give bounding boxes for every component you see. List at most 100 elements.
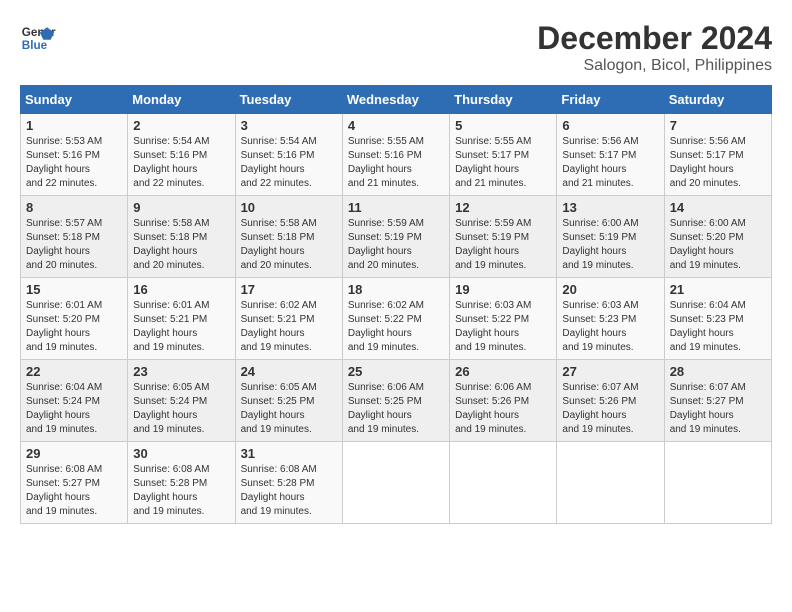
calendar-cell: 14Sunrise: 6:00 AMSunset: 5:20 PMDayligh…	[664, 196, 771, 278]
day-info: Sunrise: 5:58 AMSunset: 5:18 PMDaylight …	[241, 217, 337, 273]
day-info: Sunrise: 6:06 AMSunset: 5:25 PMDaylight …	[348, 381, 444, 437]
day-number: 7	[670, 118, 766, 133]
calendar-cell: 16 Sunrise: 6:01 AMSunset: 5:21 PMDayligh…	[128, 278, 235, 360]
calendar-cell: 21 Sunrise: 6:04 AMSunset: 5:23 PMDayligh…	[664, 278, 771, 360]
day-number: 5	[455, 118, 551, 133]
calendar-header-row: SundayMondayTuesdayWednesdayThursdayFrid…	[21, 86, 772, 114]
calendar-cell: 26 Sunrise: 6:06 AMSunset: 5:26 PMDayligh…	[450, 360, 557, 442]
day-header-friday: Friday	[557, 86, 664, 114]
day-info: Sunrise: 6:00 AMSunset: 5:19 PMDaylight …	[562, 217, 658, 273]
calendar-cell: 29 Sunrise: 6:08 AMSunset: 5:27 PMDayligh…	[21, 442, 128, 524]
day-number: 12	[455, 200, 551, 215]
day-number: 10	[241, 200, 337, 215]
day-info: Sunrise: 6:06 AMSunset: 5:26 PMDaylight …	[455, 381, 551, 437]
day-number: 23	[133, 364, 229, 379]
calendar-cell: 12 Sunrise: 5:59 AMSunset: 5:19 PMDayligh…	[450, 196, 557, 278]
day-number: 31	[241, 446, 337, 461]
calendar-cell: 5 Sunrise: 5:55 AMSunset: 5:17 PMDaylight…	[450, 114, 557, 196]
month-title: December 2024	[537, 20, 772, 57]
day-info: Sunrise: 6:08 AMSunset: 5:28 PMDaylight …	[241, 463, 337, 519]
day-number: 8	[26, 200, 122, 215]
day-number: 1	[26, 118, 122, 133]
calendar-cell: 28 Sunrise: 6:07 AMSunset: 5:27 PMDayligh…	[664, 360, 771, 442]
svg-text:Blue: Blue	[22, 39, 48, 52]
calendar-cell: 24 Sunrise: 6:05 AMSunset: 5:25 PMDayligh…	[235, 360, 342, 442]
calendar-week-1: 1 Sunrise: 5:53 AMSunset: 5:16 PMDaylight…	[21, 114, 772, 196]
day-number: 26	[455, 364, 551, 379]
day-number: 19	[455, 282, 551, 297]
day-number: 22	[26, 364, 122, 379]
page-header: General Blue December 2024 Salogon, Bico…	[20, 20, 772, 75]
day-info: Sunrise: 6:07 AMSunset: 5:27 PMDaylight …	[670, 381, 766, 437]
day-number: 2	[133, 118, 229, 133]
calendar-cell: 31 Sunrise: 6:08 AMSunset: 5:28 PMDayligh…	[235, 442, 342, 524]
day-number: 21	[670, 282, 766, 297]
day-number: 24	[241, 364, 337, 379]
calendar-cell	[664, 442, 771, 524]
calendar-cell: 30Sunrise: 6:08 AMSunset: 5:28 PMDayligh…	[128, 442, 235, 524]
day-header-thursday: Thursday	[450, 86, 557, 114]
day-info: Sunrise: 6:03 AMSunset: 5:23 PMDaylight …	[562, 299, 658, 355]
day-number: 4	[348, 118, 444, 133]
day-number: 27	[562, 364, 658, 379]
calendar-cell: 20 Sunrise: 6:03 AMSunset: 5:23 PMDayligh…	[557, 278, 664, 360]
day-number: 11	[348, 200, 444, 215]
day-number: 29	[26, 446, 122, 461]
calendar-cell: 17 Sunrise: 6:02 AMSunset: 5:21 PMDayligh…	[235, 278, 342, 360]
day-info: Sunrise: 5:59 AMSunset: 5:19 PMDaylight …	[455, 217, 551, 273]
day-info: Sunrise: 5:59 AMSunset: 5:19 PMDaylight …	[348, 217, 444, 273]
calendar-cell: 2 Sunrise: 5:54 AMSunset: 5:16 PMDaylight…	[128, 114, 235, 196]
day-info: Sunrise: 6:05 AMSunset: 5:25 PMDaylight …	[241, 381, 337, 437]
day-number: 3	[241, 118, 337, 133]
calendar-cell: 4 Sunrise: 5:55 AMSunset: 5:16 PMDaylight…	[342, 114, 449, 196]
day-info: Sunrise: 5:56 AMSunset: 5:17 PMDaylight …	[562, 135, 658, 191]
day-info: Sunrise: 5:55 AMSunset: 5:16 PMDaylight …	[348, 135, 444, 191]
day-info: Sunrise: 6:02 AMSunset: 5:21 PMDaylight …	[241, 299, 337, 355]
day-number: 16	[133, 282, 229, 297]
calendar-table: SundayMondayTuesdayWednesdayThursdayFrid…	[20, 85, 772, 524]
day-info: Sunrise: 6:07 AMSunset: 5:26 PMDaylight …	[562, 381, 658, 437]
day-number: 15	[26, 282, 122, 297]
calendar-week-3: 15Sunrise: 6:01 AMSunset: 5:20 PMDayligh…	[21, 278, 772, 360]
day-info: Sunrise: 6:02 AMSunset: 5:22 PMDaylight …	[348, 299, 444, 355]
day-info: Sunrise: 5:55 AMSunset: 5:17 PMDaylight …	[455, 135, 551, 191]
day-info: Sunrise: 6:01 AMSunset: 5:21 PMDaylight …	[133, 299, 229, 355]
logo-icon: General Blue	[20, 20, 56, 56]
day-info: Sunrise: 6:04 AMSunset: 5:24 PMDaylight …	[26, 381, 122, 437]
calendar-cell: 15Sunrise: 6:01 AMSunset: 5:20 PMDayligh…	[21, 278, 128, 360]
calendar-cell: 22 Sunrise: 6:04 AMSunset: 5:24 PMDayligh…	[21, 360, 128, 442]
calendar-cell: 1 Sunrise: 5:53 AMSunset: 5:16 PMDaylight…	[21, 114, 128, 196]
day-number: 25	[348, 364, 444, 379]
day-info: Sunrise: 6:05 AMSunset: 5:24 PMDaylight …	[133, 381, 229, 437]
day-info: Sunrise: 5:57 AMSunset: 5:18 PMDaylight …	[26, 217, 122, 273]
day-info: Sunrise: 6:03 AMSunset: 5:22 PMDaylight …	[455, 299, 551, 355]
day-number: 20	[562, 282, 658, 297]
title-block: December 2024 Salogon, Bicol, Philippine…	[537, 20, 772, 75]
calendar-week-5: 29 Sunrise: 6:08 AMSunset: 5:27 PMDayligh…	[21, 442, 772, 524]
day-number: 6	[562, 118, 658, 133]
calendar-cell: 13Sunrise: 6:00 AMSunset: 5:19 PMDayligh…	[557, 196, 664, 278]
day-number: 28	[670, 364, 766, 379]
calendar-cell: 9Sunrise: 5:58 AMSunset: 5:18 PMDaylight…	[128, 196, 235, 278]
calendar-week-4: 22 Sunrise: 6:04 AMSunset: 5:24 PMDayligh…	[21, 360, 772, 442]
day-header-monday: Monday	[128, 86, 235, 114]
calendar-cell: 6 Sunrise: 5:56 AMSunset: 5:17 PMDaylight…	[557, 114, 664, 196]
calendar-cell: 18 Sunrise: 6:02 AMSunset: 5:22 PMDayligh…	[342, 278, 449, 360]
day-info: Sunrise: 5:54 AMSunset: 5:16 PMDaylight …	[241, 135, 337, 191]
calendar-cell: 3 Sunrise: 5:54 AMSunset: 5:16 PMDaylight…	[235, 114, 342, 196]
day-info: Sunrise: 5:58 AMSunset: 5:18 PMDaylight …	[133, 217, 229, 273]
day-number: 14	[670, 200, 766, 215]
day-info: Sunrise: 6:04 AMSunset: 5:23 PMDaylight …	[670, 299, 766, 355]
day-number: 17	[241, 282, 337, 297]
day-number: 30	[133, 446, 229, 461]
day-info: Sunrise: 5:53 AMSunset: 5:16 PMDaylight …	[26, 135, 122, 191]
calendar-cell: 7 Sunrise: 5:56 AMSunset: 5:17 PMDaylight…	[664, 114, 771, 196]
calendar-cell	[342, 442, 449, 524]
day-info: Sunrise: 6:08 AMSunset: 5:27 PMDaylight …	[26, 463, 122, 519]
calendar-cell: 23 Sunrise: 6:05 AMSunset: 5:24 PMDayligh…	[128, 360, 235, 442]
logo: General Blue	[20, 20, 56, 56]
day-number: 18	[348, 282, 444, 297]
day-info: Sunrise: 5:56 AMSunset: 5:17 PMDaylight …	[670, 135, 766, 191]
day-info: Sunrise: 5:54 AMSunset: 5:16 PMDaylight …	[133, 135, 229, 191]
day-header-saturday: Saturday	[664, 86, 771, 114]
